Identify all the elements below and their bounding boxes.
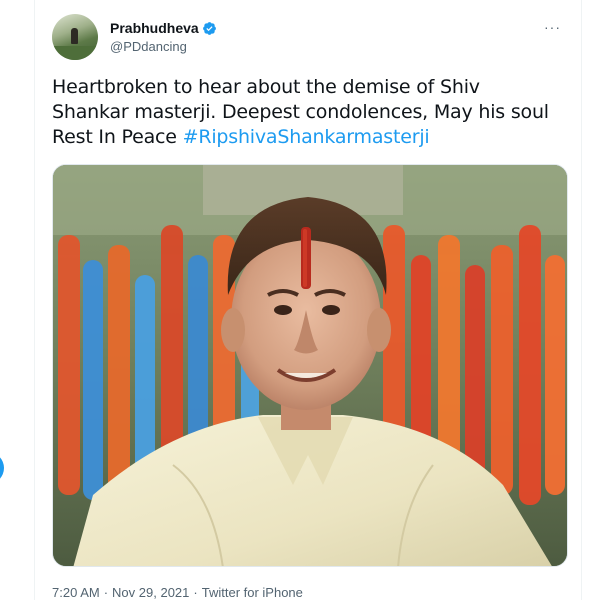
- hashtag-link[interactable]: #RipshivaShankarmasterji: [183, 126, 430, 148]
- avatar-ground: [52, 46, 98, 60]
- avatar[interactable]: [52, 14, 98, 60]
- tweet-photo[interactable]: [52, 164, 568, 567]
- display-name[interactable]: Prabhudheva: [110, 20, 199, 36]
- tweet-source[interactable]: Twitter for iPhone: [202, 585, 303, 600]
- display-name-row: Prabhudheva: [110, 19, 217, 37]
- meta-separator: ·: [193, 585, 198, 600]
- author-block: Prabhudheva @PDdancing: [110, 19, 217, 54]
- verified-badge-icon: [202, 21, 216, 35]
- photo-scene: [53, 165, 567, 566]
- tweet-timestamp-date[interactable]: Nov 29, 2021: [112, 585, 189, 600]
- tweet-meta: 7:20 AM · Nov 29, 2021 · Twitter for iPhone: [52, 585, 303, 600]
- tweet-header: Prabhudheva @PDdancing ···: [52, 14, 565, 62]
- tweet-card: Prabhudheva @PDdancing ··· Heartbroken t…: [34, 0, 582, 600]
- left-sidebar: [0, 0, 34, 600]
- compose-tweet-button[interactable]: [0, 452, 4, 484]
- author-handle[interactable]: @PDdancing: [110, 39, 217, 54]
- more-options-icon[interactable]: ···: [544, 20, 561, 34]
- page: Prabhudheva @PDdancing ··· Heartbroken t…: [0, 0, 600, 600]
- tweet-text: Heartbroken to hear about the demise of …: [52, 75, 562, 150]
- avatar-figure: [71, 28, 78, 44]
- meta-separator: ·: [103, 585, 109, 600]
- tweet-timestamp-time[interactable]: 7:20 AM: [52, 585, 100, 600]
